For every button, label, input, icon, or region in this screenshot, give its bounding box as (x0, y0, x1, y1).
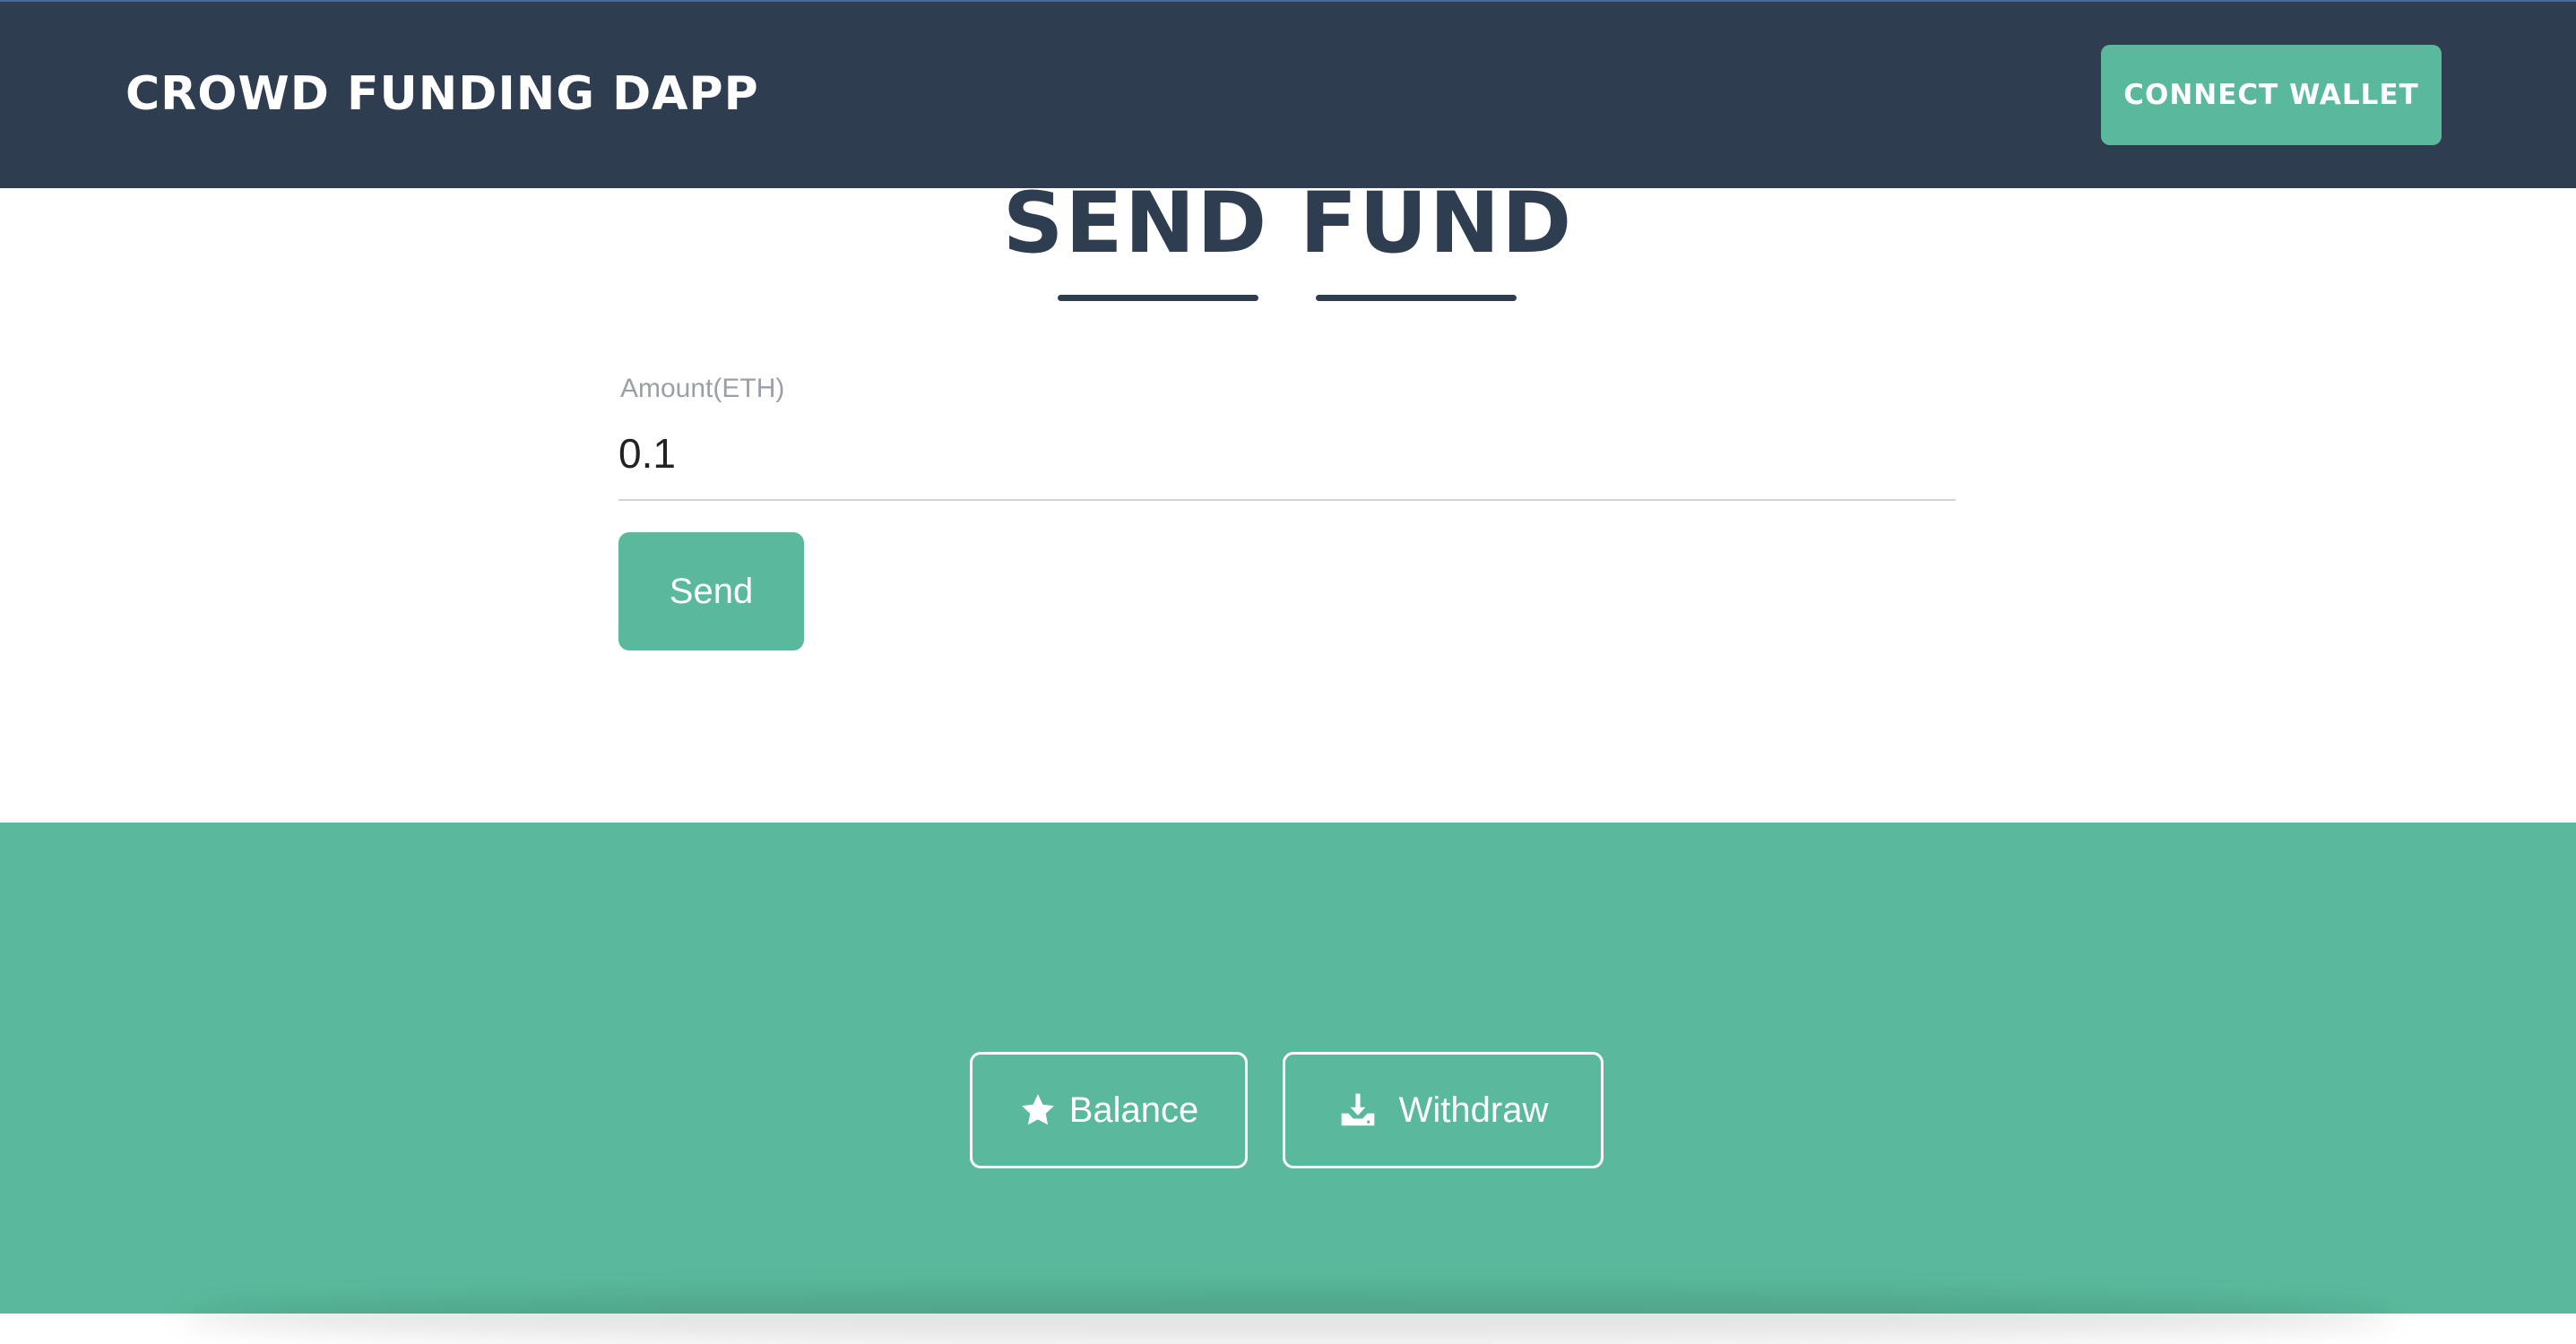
actions-section: Balance Withdraw (0, 823, 2576, 1344)
balance-button[interactable]: Balance (970, 1052, 1248, 1168)
connect-wallet-button[interactable]: CONNECT WALLET (2101, 45, 2442, 145)
title-underline-right (1316, 295, 1517, 301)
balance-label: Balance (1068, 1090, 1199, 1130)
top-accent-line (0, 0, 2576, 2)
download-icon (1338, 1090, 1378, 1130)
amount-input[interactable] (618, 408, 1956, 501)
brand-title: CROWD FUNDING DAPP (125, 67, 759, 121)
star-icon (1019, 1091, 1057, 1129)
withdraw-label: Withdraw (1398, 1090, 1549, 1130)
send-fund-section (0, 188, 2576, 823)
withdraw-button[interactable]: Withdraw (1283, 1052, 1604, 1168)
send-button[interactable]: Send (618, 532, 804, 650)
card-shadow (179, 1290, 2397, 1344)
amount-label: Amount(ETH) (620, 374, 785, 403)
navbar: CROWD FUNDING DAPP CONNECT WALLET (0, 0, 2576, 188)
title-underline-left (1058, 295, 1258, 301)
